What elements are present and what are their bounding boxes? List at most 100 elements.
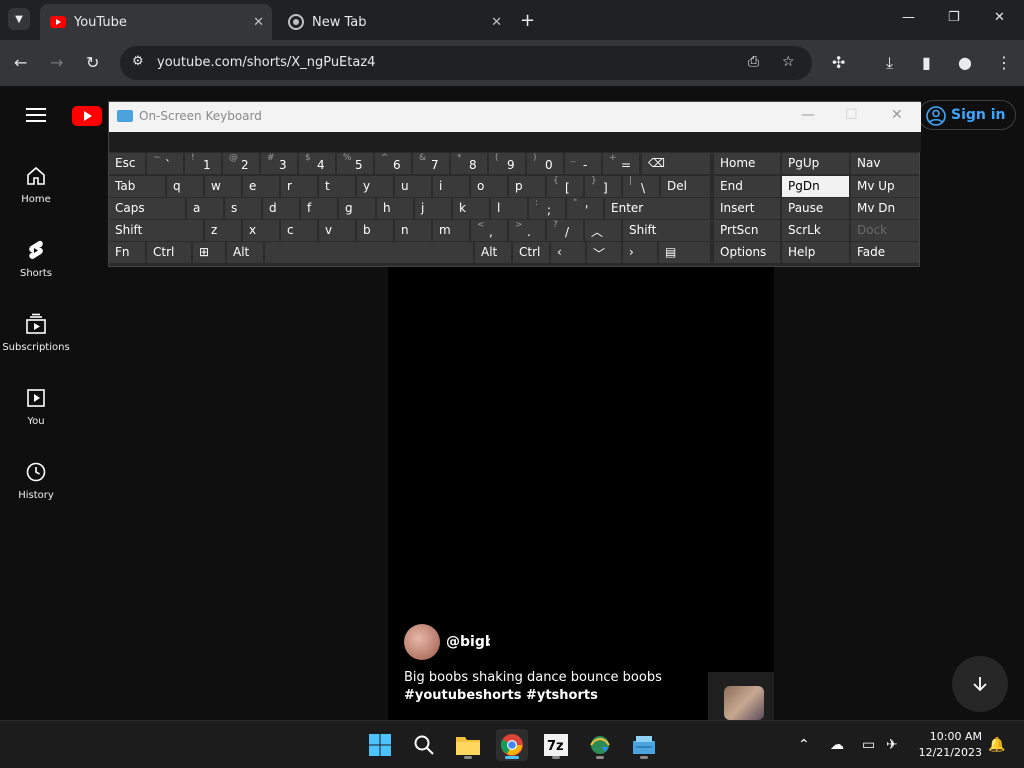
- key-a[interactable]: a: [187, 198, 223, 219]
- key-qsym-1[interactable]: }]: [585, 176, 621, 197]
- tab-youtube[interactable]: YouTube ✕: [40, 4, 272, 40]
- extensions-icon[interactable]: ✣: [832, 53, 845, 72]
- internet-download-manager-button[interactable]: [584, 729, 616, 761]
- back-arrow-icon[interactable]: ←: [14, 53, 27, 72]
- shorts-video-player[interactable]: [388, 256, 774, 720]
- key-num-4[interactable]: $4: [299, 153, 335, 174]
- more-menu-icon[interactable]: ⋮: [996, 53, 1012, 72]
- key-n[interactable]: n: [395, 220, 431, 241]
- display-icon[interactable]: ▭: [862, 737, 875, 753]
- key-num-6[interactable]: ^ 6: [375, 153, 411, 174]
- key-arrow-right[interactable]: ›: [623, 242, 657, 263]
- key-u[interactable]: u: [395, 176, 431, 197]
- maximize-icon[interactable]: ☐: [845, 107, 858, 123]
- key-options[interactable]: Options: [714, 242, 780, 263]
- key-s[interactable]: s: [225, 198, 261, 219]
- key-del[interactable]: Del: [661, 176, 710, 197]
- key-mvdn[interactable]: Mv Dn: [851, 198, 919, 219]
- start-button[interactable]: [364, 729, 396, 761]
- onedrive-offline-icon[interactable]: ☁: [830, 737, 844, 753]
- short-hashtags[interactable]: #youtubeshorts #ytshorts: [404, 688, 598, 703]
- key-help[interactable]: Help: [782, 242, 849, 263]
- key-num-3[interactable]: #3: [261, 153, 297, 174]
- key-k[interactable]: k: [453, 198, 489, 219]
- bookmark-star-icon[interactable]: ☆: [782, 54, 795, 70]
- key-num-7[interactable]: & 7: [413, 153, 449, 174]
- key-asym-1[interactable]: " ': [567, 198, 603, 219]
- channel-avatar[interactable]: [404, 624, 440, 660]
- key-nav[interactable]: Nav: [851, 153, 919, 174]
- key-alt-left[interactable]: Alt: [227, 242, 263, 263]
- key-d[interactable]: d: [263, 198, 299, 219]
- key-num-9[interactable]: (9: [489, 153, 525, 174]
- key-num-0[interactable]: ~ `: [147, 153, 183, 174]
- on-screen-keyboard-taskbar-button[interactable]: [628, 729, 660, 761]
- show-hidden-icons-chevron-icon[interactable]: ⌃: [798, 737, 810, 753]
- key-num-1[interactable]: ! 1: [185, 153, 221, 174]
- key-num-5[interactable]: % 5: [337, 153, 373, 174]
- reload-icon[interactable]: ↻: [86, 53, 99, 72]
- key-esc[interactable]: Esc: [109, 153, 145, 174]
- file-explorer-button[interactable]: [452, 729, 484, 761]
- key-b[interactable]: b: [357, 220, 393, 241]
- profile-icon[interactable]: ●: [958, 53, 972, 72]
- key-v[interactable]: v: [319, 220, 355, 241]
- key-num-12[interactable]: + =: [603, 153, 639, 174]
- key-arrow-left[interactable]: ‹: [551, 242, 585, 263]
- key-alt-right[interactable]: Alt: [475, 242, 511, 263]
- key-asym-0[interactable]: :;: [529, 198, 565, 219]
- key-num-2[interactable]: @2: [223, 153, 259, 174]
- key-mvup[interactable]: Mv Up: [851, 176, 919, 197]
- sidebar-item-subscriptions[interactable]: Subscriptions: [0, 312, 72, 353]
- side-panel-icon[interactable]: ▮: [922, 53, 931, 72]
- key-p[interactable]: p: [509, 176, 545, 197]
- key-h[interactable]: h: [377, 198, 413, 219]
- key-c[interactable]: c: [281, 220, 317, 241]
- install-app-icon[interactable]: ⎙: [748, 54, 759, 70]
- close-tab-icon[interactable]: ✕: [491, 15, 502, 30]
- key-pgup[interactable]: PgUp: [782, 153, 849, 174]
- sidebar-item-home[interactable]: Home: [0, 164, 72, 205]
- key-num-10[interactable]: ) 0: [527, 153, 563, 174]
- sidebar-item-you[interactable]: You: [0, 386, 72, 427]
- address-bar[interactable]: ⚙ youtube.com/shorts/X_ngPuEtaz4 ⎙ ☆: [120, 46, 812, 80]
- key-fade[interactable]: Fade: [851, 242, 919, 263]
- close-icon[interactable]: ✕: [891, 107, 903, 123]
- key-qsym-2[interactable]: | \: [623, 176, 659, 197]
- network-volume-icon[interactable]: ✈: [886, 737, 898, 753]
- key-space[interactable]: [265, 242, 473, 263]
- taskbar-clock[interactable]: 10:00 AM 12/21/2023: [916, 729, 982, 761]
- tab-search-button[interactable]: ▼: [8, 8, 30, 30]
- key-x[interactable]: x: [243, 220, 279, 241]
- youtube-logo-icon[interactable]: [72, 106, 102, 126]
- channel-handle[interactable]: @bigbo: [446, 634, 490, 650]
- key-enter[interactable]: Enter: [605, 198, 710, 219]
- key-zsym-1[interactable]: >.: [509, 220, 545, 241]
- key-pgdn[interactable]: PgDn: [782, 176, 849, 197]
- key-z[interactable]: z: [205, 220, 241, 241]
- key-fn[interactable]: Fn: [109, 242, 145, 263]
- next-short-button[interactable]: [952, 656, 1008, 712]
- key-t[interactable]: t: [319, 176, 355, 197]
- download-icon[interactable]: ⤓: [886, 53, 893, 73]
- key-e[interactable]: e: [243, 176, 279, 197]
- key-home[interactable]: Home: [714, 153, 780, 174]
- key-zsym-0[interactable]: <,: [471, 220, 507, 241]
- key-w[interactable]: w: [205, 176, 241, 197]
- key-num-8[interactable]: * 8: [451, 153, 487, 174]
- forward-arrow-icon[interactable]: →: [50, 53, 63, 72]
- menu-icon[interactable]: [26, 108, 46, 126]
- key-i[interactable]: i: [433, 176, 469, 197]
- key-caps[interactable]: Caps: [109, 198, 185, 219]
- restore-icon[interactable]: ❐: [948, 10, 960, 25]
- key-qsym-0[interactable]: {[: [547, 176, 583, 197]
- key-f[interactable]: f: [301, 198, 337, 219]
- sidebar-item-shorts[interactable]: Shorts: [0, 238, 72, 279]
- key-num-11[interactable]: _ -: [565, 153, 601, 174]
- key-backspace[interactable]: ⌫: [642, 153, 710, 174]
- key-g[interactable]: g: [339, 198, 375, 219]
- key-ctrl-left[interactable]: Ctrl: [147, 242, 191, 263]
- close-window-icon[interactable]: ✕: [994, 10, 1005, 25]
- key-q[interactable]: q: [167, 176, 203, 197]
- search-button[interactable]: [408, 729, 440, 761]
